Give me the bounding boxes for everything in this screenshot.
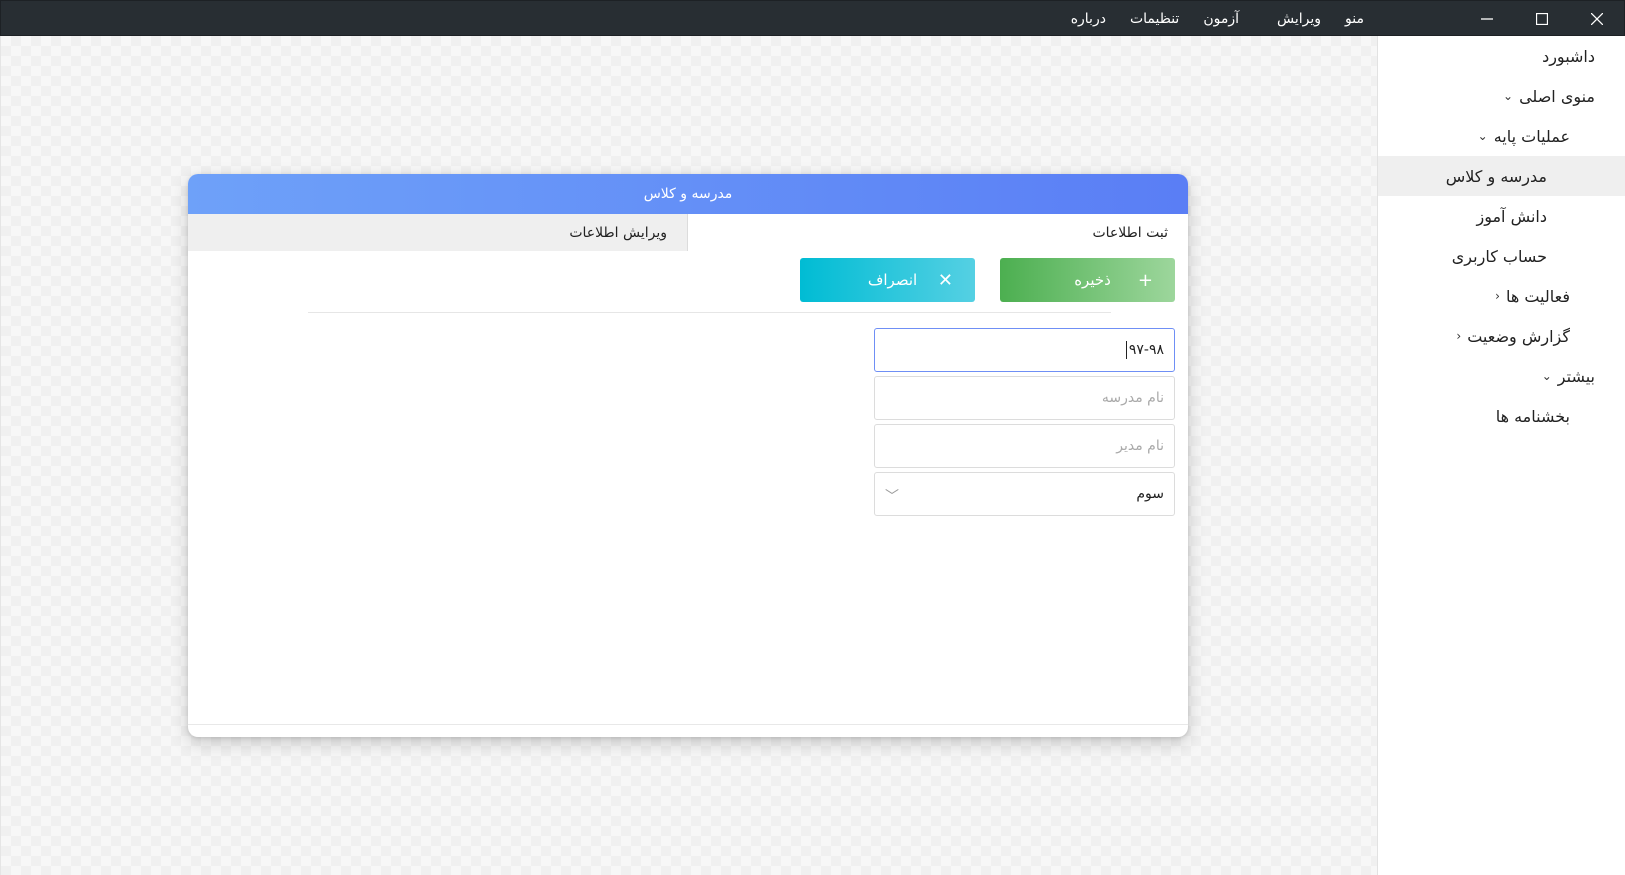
sidebar-item-label: فعالیت ها xyxy=(1505,286,1570,306)
sidebar-item-label: حساب کاربری xyxy=(1451,246,1547,266)
sidebar-item-student[interactable]: دانش آموز xyxy=(1378,196,1625,236)
sidebar-item-label: دانش آموز xyxy=(1476,206,1547,226)
sidebar-item-activities[interactable]: فعالیت ها ‹ xyxy=(1378,276,1625,316)
dialog-header: مدرسه و کلاس xyxy=(188,174,1188,214)
chevron-left-icon: ‹ xyxy=(1495,289,1500,303)
dialog-tabs: ثبت اطلاعات ویرایش اطلاعات xyxy=(188,214,1188,251)
menu-item-menu[interactable]: منو xyxy=(1333,11,1376,27)
title-bar: منو ویرایش آزمون تنظیمات درباره xyxy=(0,0,1625,36)
sidebar-item-label: گزارش وضعیت xyxy=(1467,326,1570,346)
menu-item-settings[interactable]: تنظیمات xyxy=(1118,11,1191,27)
sidebar-item-circulars[interactable]: بخشنامه ها xyxy=(1378,396,1625,436)
grade-select[interactable]: سوم ﹀ xyxy=(874,472,1175,516)
chevron-down-icon: ⌄ xyxy=(1503,89,1514,103)
workspace: مدرسه و کلاس ثبت اطلاعات ویرایش اطلاعات … xyxy=(0,36,1377,875)
menu-item-exam[interactable]: آزمون xyxy=(1191,11,1251,27)
chevron-down-icon: ⌄ xyxy=(1541,369,1552,383)
sidebar-item-label: منوی اصلی xyxy=(1519,86,1595,106)
sidebar-item-status-report[interactable]: گزارش وضعیت ‹ xyxy=(1378,316,1625,356)
cancel-button-label: انصراف xyxy=(867,271,918,289)
school-class-dialog: مدرسه و کلاس ثبت اطلاعات ویرایش اطلاعات … xyxy=(188,174,1188,737)
plus-icon: + xyxy=(1137,270,1153,291)
sidebar-item-label: داشبورد xyxy=(1542,46,1595,66)
grade-selected-value: سوم xyxy=(1136,486,1164,502)
x-icon: ✕ xyxy=(937,270,953,291)
school-name-input[interactable]: نام مدرسه xyxy=(874,376,1175,420)
tab-register[interactable]: ثبت اطلاعات xyxy=(688,214,1188,251)
chevron-left-icon: ‹ xyxy=(1456,329,1462,343)
close-button[interactable] xyxy=(1569,1,1624,37)
manager-name-placeholder: نام مدیر xyxy=(1116,438,1164,454)
school-year-value: ۹۷-۹۸ xyxy=(1128,342,1164,358)
chevron-down-icon: ﹀ xyxy=(885,489,899,505)
text-caret xyxy=(1125,341,1127,359)
save-button[interactable]: + ذخیره xyxy=(1000,258,1175,302)
sidebar-item-school-class[interactable]: مدرسه و کلاس xyxy=(1378,156,1625,196)
maximize-icon xyxy=(1535,13,1548,25)
sidebar-item-label: بخشنامه ها xyxy=(1495,406,1570,426)
minimize-icon xyxy=(1480,18,1493,20)
maximize-button[interactable] xyxy=(1514,1,1569,37)
minimize-button[interactable] xyxy=(1459,1,1514,37)
menu-item-edit[interactable]: ویرایش xyxy=(1265,11,1333,27)
form-divider xyxy=(308,312,1111,313)
school-name-placeholder: نام مدرسه xyxy=(1101,390,1164,406)
sidebar-item-basic-operations[interactable]: عملیات پایه ⌄ xyxy=(1378,116,1625,156)
sidebar-item-dashboard[interactable]: داشبورد xyxy=(1378,36,1625,76)
sidebar-item-more[interactable]: بیشتر ⌄ xyxy=(1378,356,1625,396)
dialog-title: مدرسه و کلاس xyxy=(643,186,733,202)
cancel-button[interactable]: ✕ انصراف xyxy=(800,258,975,302)
chevron-down-icon: ⌄ xyxy=(1477,129,1488,143)
sidebar: داشبورد منوی اصلی ⌄ عملیات پایه ⌄ مدرسه … xyxy=(1377,36,1625,875)
manager-name-input[interactable]: نام مدیر xyxy=(874,424,1175,468)
sidebar-item-label: بیشتر xyxy=(1557,366,1595,386)
sidebar-item-label: مدرسه و کلاس xyxy=(1445,166,1547,186)
save-button-label: ذخیره xyxy=(1074,271,1111,289)
close-icon xyxy=(1590,13,1603,25)
sidebar-item-user-account[interactable]: حساب کاربری xyxy=(1378,236,1625,276)
tab-edit[interactable]: ویرایش اطلاعات xyxy=(188,214,688,251)
window-controls xyxy=(1459,1,1624,37)
menu-bar: منو ویرایش آزمون تنظیمات درباره xyxy=(1059,1,1376,37)
menu-item-about[interactable]: درباره xyxy=(1059,11,1118,27)
sidebar-item-main-menu[interactable]: منوی اصلی ⌄ xyxy=(1378,76,1625,116)
school-year-input[interactable]: ۹۷-۹۸ xyxy=(874,328,1175,372)
dialog-footer-line xyxy=(188,724,1188,725)
sidebar-item-label: عملیات پایه xyxy=(1493,126,1570,146)
